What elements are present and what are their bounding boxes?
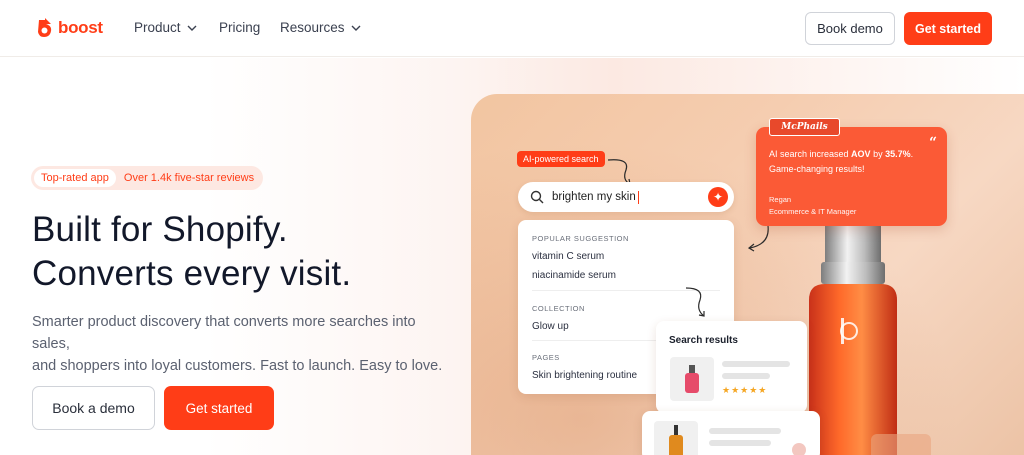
suggestion-item[interactable]: vitamin C serum bbox=[532, 251, 604, 262]
hero-subtitle: Smarter product discovery that converts … bbox=[32, 311, 452, 377]
author-name: Regan bbox=[769, 195, 792, 204]
search-results-card-2 bbox=[642, 411, 820, 455]
placeholder-line bbox=[722, 361, 790, 367]
hero-subtitle-line2: and shoppers into loyal customers. Fast … bbox=[32, 358, 443, 374]
nav-get-started-button[interactable]: Get started bbox=[904, 12, 992, 45]
badge-reviews: Over 1.4k five-star reviews bbox=[123, 172, 255, 184]
hero-title-line2: Converts every visit. bbox=[32, 254, 352, 293]
nav-product[interactable]: Product bbox=[134, 20, 197, 35]
text-caret bbox=[637, 190, 639, 204]
rating-stars: ★★★★★ bbox=[722, 385, 768, 395]
chevron-down-icon bbox=[187, 25, 197, 31]
sparkle-icon[interactable]: ✦ bbox=[708, 187, 728, 207]
curved-arrow-icon bbox=[685, 287, 705, 317]
placeholder-line bbox=[709, 428, 781, 434]
nav-resources-label: Resources bbox=[280, 20, 345, 35]
boost-logo[interactable]: boost bbox=[37, 18, 103, 38]
ai-powered-tag: AI-powered search bbox=[517, 151, 605, 167]
nav-pricing-label: Pricing bbox=[219, 20, 261, 35]
testimonial-author: Regan Ecommerce & IT Manager bbox=[769, 194, 856, 218]
pages-heading: PAGES bbox=[532, 353, 560, 362]
page-item[interactable]: Skin brightening routine bbox=[532, 370, 637, 381]
product-thumbnail[interactable] bbox=[654, 421, 698, 455]
suggestion-item[interactable]: niacinamide serum bbox=[532, 270, 616, 281]
boost-logo-icon bbox=[38, 18, 52, 37]
hero-subtitle-line1: Smarter product discovery that converts … bbox=[32, 314, 416, 352]
search-results-title: Search results bbox=[669, 335, 738, 346]
curved-arrow-icon bbox=[747, 225, 769, 252]
nav-product-label: Product bbox=[134, 20, 181, 35]
top-nav: boost Product Pricing Resources Book dem… bbox=[0, 0, 1024, 57]
nav-resources[interactable]: Resources bbox=[280, 20, 361, 35]
testimonial-card: McPhails “ AI search increased AOV by 35… bbox=[756, 118, 947, 226]
nav-book-demo-button[interactable]: Book demo bbox=[805, 12, 895, 45]
serum-thumbnail-image bbox=[685, 365, 699, 393]
hero-title-line1: Built for Shopify. bbox=[32, 210, 288, 249]
nav-pricing[interactable]: Pricing bbox=[219, 20, 260, 35]
collection-item[interactable]: Glow up bbox=[532, 321, 569, 332]
logo-text: boost bbox=[58, 18, 103, 37]
product-thumbnail[interactable] bbox=[670, 357, 714, 401]
chevron-down-icon bbox=[351, 25, 361, 31]
collection-heading: COLLECTION bbox=[532, 304, 585, 313]
cursor-icon bbox=[792, 443, 806, 455]
testimonial-text: AI search increased AOV by 35.7%. Game-c… bbox=[769, 149, 914, 174]
badge-top-rated: Top-rated app bbox=[34, 169, 116, 187]
popular-suggestion-heading: POPULAR SUGGESTION bbox=[532, 234, 629, 243]
panel-prop bbox=[871, 434, 931, 455]
demo-search-bar[interactable]: brighten my skin ✦ bbox=[518, 182, 734, 212]
placeholder-line bbox=[709, 440, 771, 446]
search-query: brighten my skin bbox=[552, 191, 636, 203]
placeholder-line bbox=[722, 373, 770, 379]
author-role: Ecommerce & IT Manager bbox=[769, 207, 857, 216]
serum-bottle-image bbox=[809, 222, 897, 455]
hero-get-started-button[interactable]: Get started bbox=[164, 386, 274, 430]
mcphails-logo: McPhails bbox=[769, 118, 840, 136]
search-icon bbox=[530, 190, 544, 204]
dropper-bottle-image bbox=[669, 425, 683, 455]
search-results-card: Search results ★★★★★ bbox=[656, 321, 807, 413]
rating-badge: Top-rated app Over 1.4k five-star review… bbox=[31, 166, 263, 190]
hero-book-demo-button[interactable]: Book a demo bbox=[32, 386, 155, 430]
